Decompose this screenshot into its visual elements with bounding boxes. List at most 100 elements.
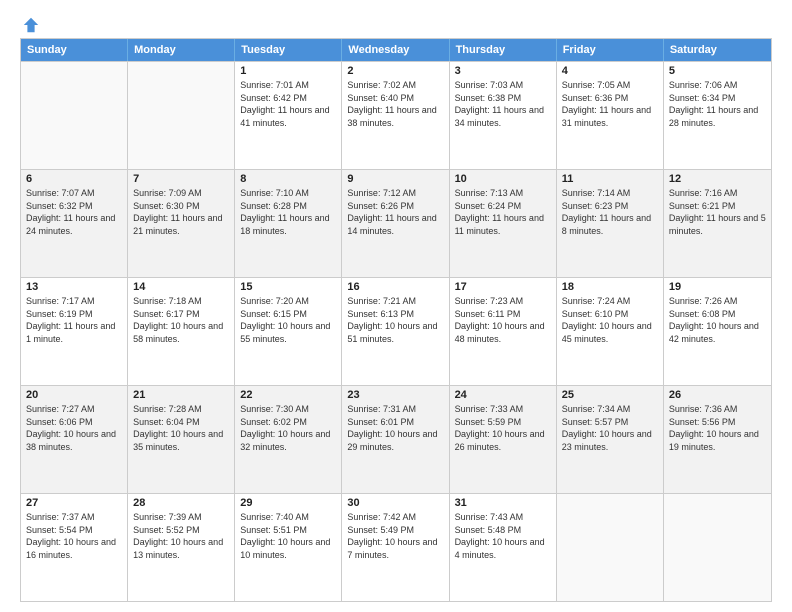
day-number: 22 (240, 389, 336, 401)
day-number: 26 (669, 389, 766, 401)
day-number: 16 (347, 281, 443, 293)
calendar-header: SundayMondayTuesdayWednesdayThursdayFrid… (21, 39, 771, 61)
calendar-week-row: 20 Sunrise: 7:27 AM Sunset: 6:06 PM Dayli… (21, 385, 771, 493)
calendar-day-cell: 1 Sunrise: 7:01 AM Sunset: 6:42 PM Daylig… (235, 62, 342, 169)
day-info: Sunrise: 7:01 AM Sunset: 6:42 PM Dayligh… (240, 79, 336, 129)
day-number: 15 (240, 281, 336, 293)
calendar-day-cell: 22 Sunrise: 7:30 AM Sunset: 6:02 PM Dayli… (235, 386, 342, 493)
calendar-day-cell: 23Sunrise: 7:31 AM Sunset: 6:01 PM Dayli… (342, 386, 449, 493)
day-info: Sunrise: 7:24 AM Sunset: 6:10 PM Dayligh… (562, 295, 658, 345)
day-info: Sunrise: 7:42 AM Sunset: 5:49 PM Dayligh… (347, 511, 443, 561)
day-number: 2 (347, 65, 443, 77)
calendar-day-cell (664, 494, 771, 601)
day-info: Sunrise: 7:03 AM Sunset: 6:38 PM Dayligh… (455, 79, 551, 129)
day-number: 12 (669, 173, 766, 185)
calendar-day-cell: 3 Sunrise: 7:03 AM Sunset: 6:38 PM Daylig… (450, 62, 557, 169)
calendar-day-cell: 26 Sunrise: 7:36 AM Sunset: 5:56 PM Dayli… (664, 386, 771, 493)
calendar-day-cell: 30 Sunrise: 7:42 AM Sunset: 5:49 PM Dayli… (342, 494, 449, 601)
calendar-day-cell: 14 Sunrise: 7:18 AM Sunset: 6:17 PM Dayli… (128, 278, 235, 385)
calendar-day-cell: 28Sunrise: 7:39 AM Sunset: 5:52 PM Dayli… (128, 494, 235, 601)
day-number: 9 (347, 173, 443, 185)
calendar-header-day: Monday (128, 39, 235, 61)
calendar-day-cell: 6 Sunrise: 7:07 AM Sunset: 6:32 PM Daylig… (21, 170, 128, 277)
calendar-header-day: Wednesday (342, 39, 449, 61)
calendar-day-cell: 2 Sunrise: 7:02 AM Sunset: 6:40 PM Daylig… (342, 62, 449, 169)
day-info: Sunrise: 7:40 AM Sunset: 5:51 PM Dayligh… (240, 511, 336, 561)
calendar-header-day: Saturday (664, 39, 771, 61)
calendar-day-cell (21, 62, 128, 169)
calendar-day-cell: 16 Sunrise: 7:21 AM Sunset: 6:13 PM Dayli… (342, 278, 449, 385)
day-number: 25 (562, 389, 658, 401)
day-info: Sunrise: 7:34 AM Sunset: 5:57 PM Dayligh… (562, 403, 658, 453)
day-info: Sunrise: 7:28 AM Sunset: 6:04 PM Dayligh… (133, 403, 229, 453)
day-info: Sunrise: 7:33 AM Sunset: 5:59 PM Dayligh… (455, 403, 551, 453)
calendar-day-cell: 24 Sunrise: 7:33 AM Sunset: 5:59 PM Dayli… (450, 386, 557, 493)
day-info: Sunrise: 7:37 AM Sunset: 5:54 PM Dayligh… (26, 511, 122, 561)
day-info: Sunrise: 7:17 AM Sunset: 6:19 PM Dayligh… (26, 295, 122, 345)
calendar-day-cell: 5Sunrise: 7:06 AM Sunset: 6:34 PM Daylig… (664, 62, 771, 169)
day-info: Sunrise: 7:16 AM Sunset: 6:21 PM Dayligh… (669, 187, 766, 237)
calendar-day-cell: 29Sunrise: 7:40 AM Sunset: 5:51 PM Dayli… (235, 494, 342, 601)
day-info: Sunrise: 7:30 AM Sunset: 6:02 PM Dayligh… (240, 403, 336, 453)
day-number: 8 (240, 173, 336, 185)
day-info: Sunrise: 7:27 AM Sunset: 6:06 PM Dayligh… (26, 403, 122, 453)
day-number: 5 (669, 65, 766, 77)
day-number: 31 (455, 497, 551, 509)
day-number: 11 (562, 173, 658, 185)
day-number: 27 (26, 497, 122, 509)
logo-icon (22, 16, 40, 34)
calendar-body: 1 Sunrise: 7:01 AM Sunset: 6:42 PM Daylig… (21, 61, 771, 601)
day-number: 3 (455, 65, 551, 77)
day-info: Sunrise: 7:39 AM Sunset: 5:52 PM Dayligh… (133, 511, 229, 561)
day-info: Sunrise: 7:26 AM Sunset: 6:08 PM Dayligh… (669, 295, 766, 345)
day-number: 17 (455, 281, 551, 293)
day-info: Sunrise: 7:13 AM Sunset: 6:24 PM Dayligh… (455, 187, 551, 237)
calendar-day-cell: 11 Sunrise: 7:14 AM Sunset: 6:23 PM Dayli… (557, 170, 664, 277)
calendar-day-cell: 4 Sunrise: 7:05 AM Sunset: 6:36 PM Daylig… (557, 62, 664, 169)
day-info: Sunrise: 7:14 AM Sunset: 6:23 PM Dayligh… (562, 187, 658, 237)
calendar-header-day: Thursday (450, 39, 557, 61)
day-number: 6 (26, 173, 122, 185)
calendar-day-cell: 7 Sunrise: 7:09 AM Sunset: 6:30 PM Daylig… (128, 170, 235, 277)
calendar-week-row: 13 Sunrise: 7:17 AM Sunset: 6:19 PM Dayli… (21, 277, 771, 385)
day-number: 13 (26, 281, 122, 293)
day-info: Sunrise: 7:36 AM Sunset: 5:56 PM Dayligh… (669, 403, 766, 453)
calendar-day-cell: 9 Sunrise: 7:12 AM Sunset: 6:26 PM Daylig… (342, 170, 449, 277)
header (20, 16, 772, 30)
day-number: 30 (347, 497, 443, 509)
day-number: 18 (562, 281, 658, 293)
calendar-header-day: Sunday (21, 39, 128, 61)
day-number: 14 (133, 281, 229, 293)
day-number: 4 (562, 65, 658, 77)
day-info: Sunrise: 7:43 AM Sunset: 5:48 PM Dayligh… (455, 511, 551, 561)
calendar-day-cell: 27 Sunrise: 7:37 AM Sunset: 5:54 PM Dayli… (21, 494, 128, 601)
day-info: Sunrise: 7:09 AM Sunset: 6:30 PM Dayligh… (133, 187, 229, 237)
logo (20, 16, 40, 30)
calendar-day-cell: 8Sunrise: 7:10 AM Sunset: 6:28 PM Daylig… (235, 170, 342, 277)
calendar-day-cell: 15Sunrise: 7:20 AM Sunset: 6:15 PM Dayli… (235, 278, 342, 385)
calendar: SundayMondayTuesdayWednesdayThursdayFrid… (20, 38, 772, 602)
day-info: Sunrise: 7:18 AM Sunset: 6:17 PM Dayligh… (133, 295, 229, 345)
day-info: Sunrise: 7:23 AM Sunset: 6:11 PM Dayligh… (455, 295, 551, 345)
calendar-day-cell (128, 62, 235, 169)
calendar-day-cell: 13 Sunrise: 7:17 AM Sunset: 6:19 PM Dayli… (21, 278, 128, 385)
day-number: 1 (240, 65, 336, 77)
day-number: 7 (133, 173, 229, 185)
day-number: 20 (26, 389, 122, 401)
day-info: Sunrise: 7:21 AM Sunset: 6:13 PM Dayligh… (347, 295, 443, 345)
calendar-day-cell: 19Sunrise: 7:26 AM Sunset: 6:08 PM Dayli… (664, 278, 771, 385)
calendar-day-cell (557, 494, 664, 601)
page: SundayMondayTuesdayWednesdayThursdayFrid… (0, 0, 792, 612)
day-number: 24 (455, 389, 551, 401)
day-info: Sunrise: 7:02 AM Sunset: 6:40 PM Dayligh… (347, 79, 443, 129)
calendar-header-day: Tuesday (235, 39, 342, 61)
calendar-day-cell: 12 Sunrise: 7:16 AM Sunset: 6:21 PM Dayli… (664, 170, 771, 277)
calendar-week-row: 6 Sunrise: 7:07 AM Sunset: 6:32 PM Daylig… (21, 169, 771, 277)
calendar-day-cell: 20 Sunrise: 7:27 AM Sunset: 6:06 PM Dayli… (21, 386, 128, 493)
calendar-day-cell: 31 Sunrise: 7:43 AM Sunset: 5:48 PM Dayli… (450, 494, 557, 601)
day-number: 23 (347, 389, 443, 401)
calendar-week-row: 27 Sunrise: 7:37 AM Sunset: 5:54 PM Dayli… (21, 493, 771, 601)
day-info: Sunrise: 7:07 AM Sunset: 6:32 PM Dayligh… (26, 187, 122, 237)
day-info: Sunrise: 7:05 AM Sunset: 6:36 PM Dayligh… (562, 79, 658, 129)
day-info: Sunrise: 7:12 AM Sunset: 6:26 PM Dayligh… (347, 187, 443, 237)
